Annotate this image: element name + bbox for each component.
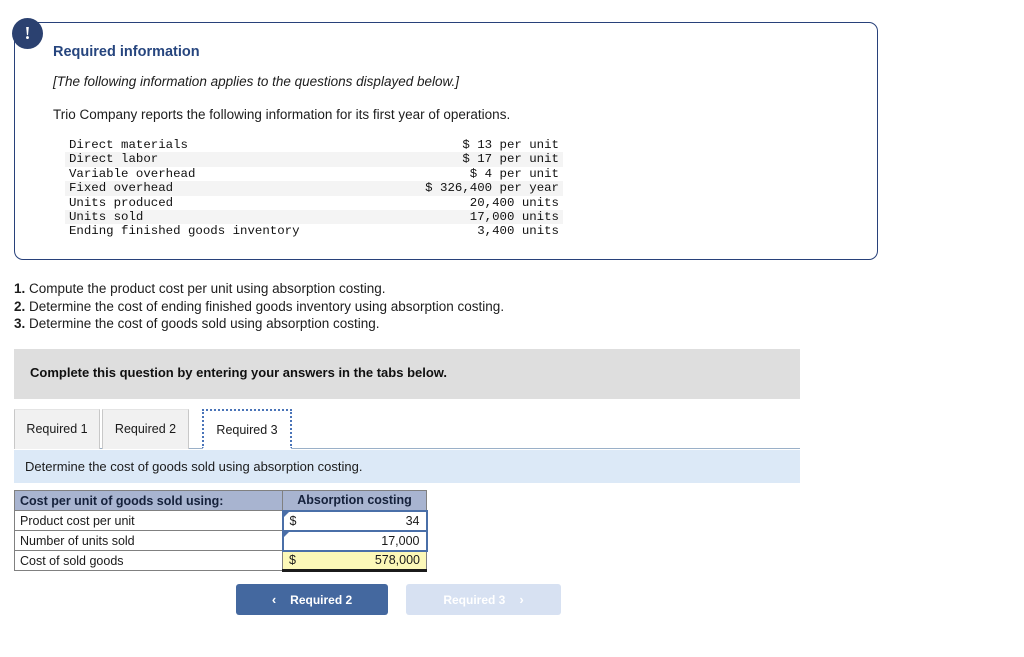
sub-instruction-banner: Determine the cost of goods sold using a… bbox=[14, 450, 800, 483]
fact-label: Direct materials bbox=[69, 138, 188, 152]
answer-header-label: Cost per unit of goods sold using: bbox=[14, 490, 283, 511]
answer-table: Cost per unit of goods sold using: Absor… bbox=[14, 490, 428, 572]
table-row: Number of units sold 17,000 bbox=[14, 529, 428, 552]
fact-value: $ 4 per unit bbox=[469, 166, 559, 181]
cost-of-sold-goods-total: $ 578,000 bbox=[282, 550, 427, 572]
requirement-number: 3. bbox=[14, 316, 26, 331]
answer-table-body: Product cost per unit $ 34 Number of uni… bbox=[14, 509, 428, 572]
requirements-list: 1. Compute the product cost per unit usi… bbox=[14, 280, 914, 333]
facts-row: Variable overhead $ 4 per unit bbox=[65, 167, 563, 181]
facts-row: Direct materials $ 13 per unit bbox=[65, 138, 563, 152]
requirement-tabs: Required 1 Required 2 Required 3 bbox=[14, 409, 800, 449]
table-row: Cost of sold goods $ 578,000 bbox=[14, 550, 427, 572]
next-requirement-button[interactable]: Required 3 › bbox=[406, 584, 561, 615]
requirement-number: 1. bbox=[14, 281, 26, 296]
value-number: 17,000 bbox=[381, 533, 420, 548]
sub-instruction-text: Determine the cost of goods sold using a… bbox=[25, 459, 363, 474]
requirement-item: 3. Determine the cost of goods sold usin… bbox=[14, 315, 914, 333]
answer-header-value: Absorption costing bbox=[282, 490, 427, 511]
requirement-text: Compute the product cost per unit using … bbox=[29, 281, 386, 296]
exclamation-icon: ! bbox=[12, 18, 43, 49]
number-of-units-sold-input[interactable]: 17,000 bbox=[281, 529, 428, 552]
previous-button-label: Required 2 bbox=[290, 592, 353, 607]
navigation-buttons: ‹ Required 2 Required 3 › bbox=[236, 584, 796, 615]
table-row: Product cost per unit $ 34 bbox=[14, 509, 428, 532]
cell-flag-icon bbox=[283, 511, 289, 517]
requirement-item: 2. Determine the cost of ending finished… bbox=[14, 298, 914, 316]
previous-requirement-button[interactable]: ‹ Required 2 bbox=[236, 584, 388, 615]
fact-label: Ending finished goods inventory bbox=[69, 224, 300, 239]
requirement-item: 1. Compute the product cost per unit usi… bbox=[14, 280, 914, 298]
currency-symbol: $ bbox=[289, 513, 297, 528]
fact-label: Fixed overhead bbox=[65, 181, 379, 196]
value-wrapper: $ 578,000 bbox=[283, 552, 426, 570]
required-information-panel: ! Required information [The following in… bbox=[12, 18, 878, 260]
row-label: Cost of sold goods bbox=[14, 550, 283, 571]
fact-label: Variable overhead bbox=[69, 166, 196, 181]
answer-table-header-row: Cost per unit of goods sold using: Absor… bbox=[14, 490, 427, 511]
facts-table: Direct materials $ 13 per unit Direct la… bbox=[65, 138, 563, 239]
fact-label: Units produced bbox=[69, 195, 174, 210]
facts-row: Direct labor $ 17 per unit bbox=[65, 152, 563, 167]
fact-label: Direct labor bbox=[65, 152, 379, 167]
facts-row: Units produced 20,400 units bbox=[65, 196, 563, 210]
requirement-text: Determine the cost of goods sold using a… bbox=[29, 316, 380, 331]
currency-symbol: $ bbox=[289, 553, 296, 568]
panel-italic-note: [The following information applies to th… bbox=[53, 74, 459, 89]
value-number: 34 bbox=[405, 513, 420, 528]
tab-required-2[interactable]: Required 2 bbox=[102, 409, 189, 449]
facts-row: Units sold 17,000 units bbox=[65, 210, 563, 225]
fact-value: $ 13 per unit bbox=[462, 138, 559, 152]
row-label: Product cost per unit bbox=[14, 510, 283, 531]
panel-title: Required information bbox=[53, 44, 200, 60]
fact-value: $ 17 per unit bbox=[378, 152, 563, 167]
info-panel-body: Required information [The following info… bbox=[14, 22, 878, 260]
fact-value: $ 326,400 per year bbox=[378, 181, 563, 196]
complete-question-banner: Complete this question by entering your … bbox=[14, 349, 800, 399]
cell-flag-icon bbox=[283, 531, 289, 537]
answer-table-head: Cost per unit of goods sold using: Absor… bbox=[14, 490, 427, 511]
value-number: 578,000 bbox=[374, 553, 420, 568]
facts-row: Ending finished goods inventory 3,400 un… bbox=[65, 224, 563, 238]
facts-row: Fixed overhead $ 326,400 per year bbox=[65, 181, 563, 196]
fact-value: 3,400 units bbox=[477, 224, 559, 239]
requirement-text: Determine the cost of ending finished go… bbox=[29, 298, 505, 314]
fact-value: 20,400 units bbox=[469, 195, 559, 210]
fact-value: 17,000 units bbox=[378, 210, 563, 225]
product-cost-per-unit-input[interactable]: $ 34 bbox=[281, 509, 428, 532]
facts-table-body: Direct materials $ 13 per unit Direct la… bbox=[65, 138, 563, 239]
next-button-label: Required 3 bbox=[443, 592, 506, 607]
tab-required-1[interactable]: Required 1 bbox=[14, 409, 100, 449]
tab-required-3[interactable]: Required 3 bbox=[202, 409, 292, 449]
chevron-left-icon: ‹ bbox=[271, 592, 277, 607]
panel-lead-text: Trio Company reports the following infor… bbox=[53, 107, 511, 122]
fact-label: Units sold bbox=[65, 210, 379, 225]
value-wrapper: $ 34 bbox=[284, 512, 426, 530]
chevron-right-icon: › bbox=[519, 592, 524, 607]
complete-question-text: Complete this question by entering your … bbox=[30, 365, 448, 380]
requirement-number: 2. bbox=[14, 298, 26, 314]
value-wrapper: 17,000 bbox=[284, 532, 426, 550]
row-label: Number of units sold bbox=[14, 530, 283, 551]
